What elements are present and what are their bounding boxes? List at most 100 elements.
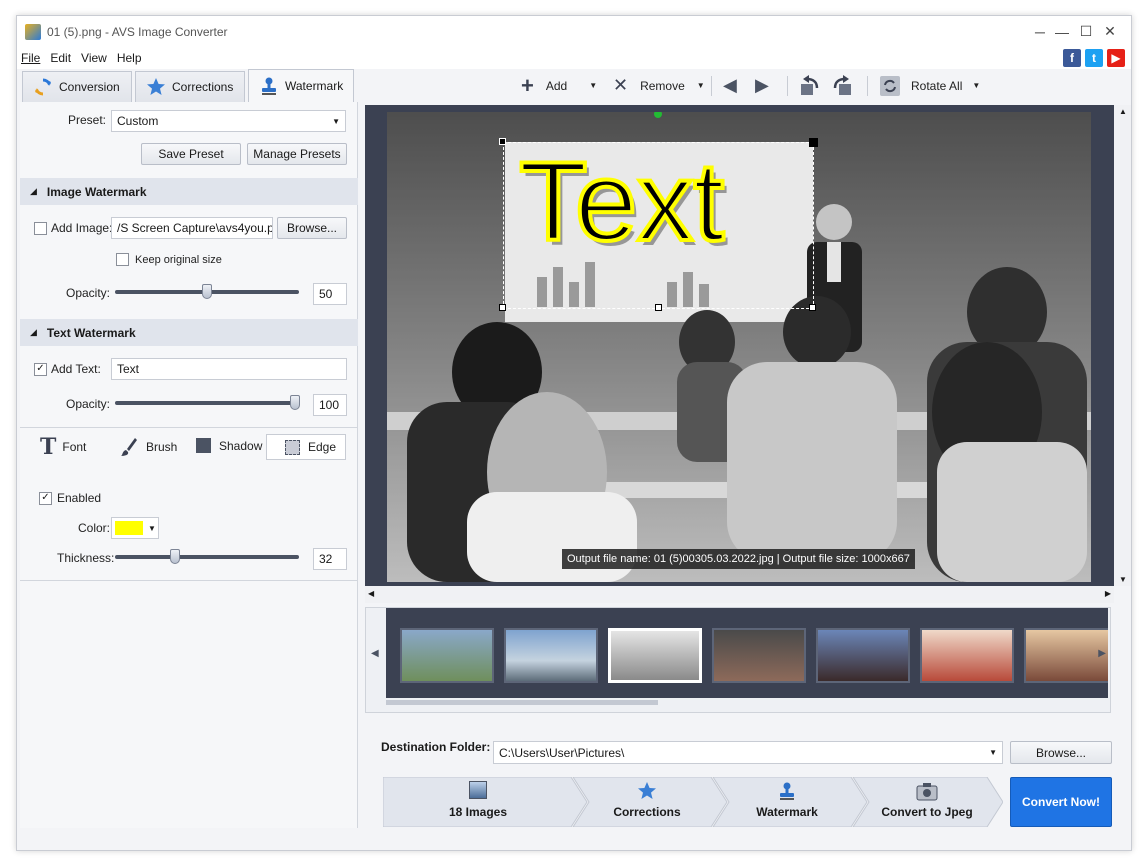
image-path-field[interactable]: /S Screen Capture\avs4you.png xyxy=(111,217,273,239)
scroll-left-icon: ◀ xyxy=(368,589,375,598)
preset-row: Preset: xyxy=(68,113,106,127)
image-opacity-value[interactable]: 50 xyxy=(313,283,347,305)
menu-view[interactable]: View xyxy=(81,51,107,65)
chevron-down-icon: ▼ xyxy=(332,116,340,126)
edge-thickness-row: Thickness: xyxy=(57,551,114,565)
chevron-down-icon: ▼ xyxy=(148,523,156,533)
add-image-checkbox[interactable] xyxy=(34,221,47,235)
step-watermark[interactable]: Watermark xyxy=(717,781,857,819)
close-button[interactable]: ✕ xyxy=(1087,16,1131,47)
resize-handle[interactable] xyxy=(499,304,506,311)
thumbnail[interactable] xyxy=(920,628,1014,683)
youtube-icon[interactable]: ▶ xyxy=(1107,49,1125,67)
text-opacity-slider[interactable] xyxy=(115,401,299,405)
star-icon xyxy=(146,77,166,97)
edge-color-label: Color: xyxy=(78,521,111,535)
tab-watermark[interactable]: Watermark xyxy=(248,69,354,102)
browse-image-button[interactable]: Browse... xyxy=(277,217,347,239)
edge-enabled-checkbox[interactable]: ✓ xyxy=(39,491,52,505)
style-tab-font[interactable]: T Font xyxy=(40,434,86,460)
destination-folder-select[interactable]: C:\Users\User\Pictures\ ▼ xyxy=(493,741,1003,764)
resize-handle[interactable] xyxy=(809,138,818,147)
font-icon: T xyxy=(40,434,57,460)
keep-size-label: Keep original size xyxy=(135,253,222,266)
menu-file[interactable]: File xyxy=(21,51,40,65)
stamp-icon xyxy=(259,76,279,96)
thumbs-left-icon[interactable]: ◀ xyxy=(371,648,379,659)
title-bar: 01 (5).png - AVS Image Converter — ─ ☐ ✕ xyxy=(17,16,1131,47)
tab-corrections-label: Corrections xyxy=(172,80,234,94)
thumbnail-selected[interactable] xyxy=(608,628,702,683)
image-icon xyxy=(469,781,487,799)
image-opacity-thumb[interactable] xyxy=(202,284,212,299)
thumbnail[interactable] xyxy=(712,628,806,683)
preset-value: Custom xyxy=(117,114,159,128)
thumbnail[interactable] xyxy=(400,628,494,683)
minimize-button-2[interactable]: ─ xyxy=(1017,16,1063,47)
facebook-icon[interactable]: f xyxy=(1063,49,1081,67)
resize-handle[interactable] xyxy=(499,138,506,145)
add-image-label: Add Image: xyxy=(51,221,113,235)
tab-conversion-label: Conversion xyxy=(59,80,120,94)
watermark-settings-panel: Preset: Custom ▼ Save Preset Manage Pres… xyxy=(20,102,358,828)
tab-corrections[interactable]: Corrections xyxy=(135,71,245,102)
menu-help[interactable]: Help xyxy=(117,51,142,65)
edge-thickness-value[interactable]: 32 xyxy=(313,548,347,570)
rotate-right-button[interactable] xyxy=(831,74,853,97)
text-opacity-label: Opacity: xyxy=(66,397,111,411)
thumbnail[interactable] xyxy=(1024,628,1108,683)
rotate-left-button[interactable] xyxy=(799,74,821,97)
toolbar-separator xyxy=(787,75,788,96)
text-watermark-header[interactable]: ◢ Text Watermark xyxy=(20,319,358,346)
chevron-down-icon: ▼ xyxy=(972,81,981,90)
watermark-text-field[interactable]: Text xyxy=(111,358,347,380)
thumbnail[interactable] xyxy=(816,628,910,683)
add-button[interactable]: + Add ▼ xyxy=(521,73,597,99)
rotate-all-button[interactable]: Rotate All ▼ xyxy=(879,75,980,97)
toolbar-separator xyxy=(711,75,712,96)
keep-size-row: Keep original size xyxy=(116,253,222,266)
rotate-all-icon xyxy=(880,75,900,96)
preview-vertical-scrollbar[interactable]: ▲ ▼ xyxy=(1114,105,1131,586)
save-preset-button[interactable]: Save Preset xyxy=(141,143,241,165)
style-tab-edge[interactable]: Edge xyxy=(266,434,346,460)
step-convert-format[interactable]: Convert to Jpeg xyxy=(857,781,997,819)
chevron-down-icon: ▼ xyxy=(989,748,997,757)
thumbnail-scrollbar[interactable] xyxy=(386,700,658,705)
edge-thickness-thumb[interactable] xyxy=(170,549,180,564)
browse-destination-button[interactable]: Browse... xyxy=(1010,741,1112,764)
resize-handle[interactable] xyxy=(809,304,816,311)
tab-conversion[interactable]: Conversion xyxy=(22,71,132,102)
menu-edit[interactable]: Edit xyxy=(50,51,71,65)
refresh-icon xyxy=(33,77,53,97)
edge-thickness-slider[interactable] xyxy=(115,555,299,559)
brush-tab-label: Brush xyxy=(146,440,178,454)
plus-icon: + xyxy=(521,72,534,98)
watermark-text[interactable]: Text xyxy=(517,144,726,260)
resize-handle[interactable] xyxy=(655,304,662,311)
step-images[interactable]: 18 Images xyxy=(383,781,573,819)
convert-now-button[interactable]: Convert Now! xyxy=(1010,777,1112,827)
manage-presets-button[interactable]: Manage Presets xyxy=(247,143,347,165)
previous-button[interactable]: ◀ xyxy=(723,75,737,96)
next-button[interactable]: ▶ xyxy=(755,75,769,96)
step-corrections[interactable]: Corrections xyxy=(577,781,717,819)
thumbnail[interactable] xyxy=(504,628,598,683)
edge-color-picker[interactable]: ▼ xyxy=(111,517,159,539)
twitter-icon[interactable]: t xyxy=(1085,49,1103,67)
style-tab-shadow[interactable]: Shadow xyxy=(196,438,262,453)
add-label: Add xyxy=(545,78,568,93)
preview-horizontal-scrollbar[interactable]: ◀ ▶ xyxy=(365,586,1114,603)
edge-color-row: Color: xyxy=(78,521,110,535)
image-watermark-header[interactable]: ◢ Image Watermark xyxy=(20,178,358,205)
edge-enabled-label: Enabled xyxy=(57,491,102,505)
add-text-checkbox[interactable]: ✓ xyxy=(34,362,47,376)
text-opacity-value[interactable]: 100 xyxy=(313,394,347,416)
thumbs-right-icon[interactable]: ▶ xyxy=(1098,648,1106,659)
text-opacity-thumb[interactable] xyxy=(290,395,300,410)
remove-button[interactable]: ✕ Remove ▼ xyxy=(613,75,705,96)
preset-select[interactable]: Custom ▼ xyxy=(111,110,346,132)
toolbar-separator xyxy=(867,75,868,96)
style-tab-brush[interactable]: Brush xyxy=(120,437,177,457)
keep-size-checkbox[interactable] xyxy=(116,253,129,266)
